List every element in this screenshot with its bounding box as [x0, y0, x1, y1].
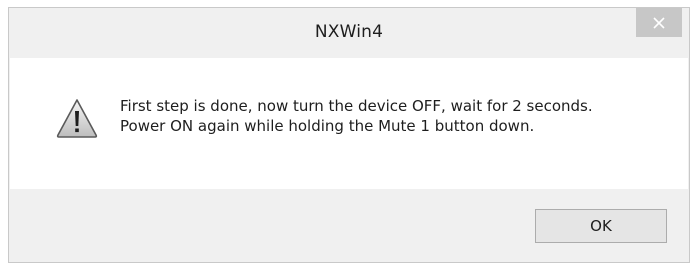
- warning-icon: [56, 99, 98, 138]
- button-bar: OK: [9, 189, 689, 262]
- message-dialog: NXWin4 First step is done, now turn the …: [8, 7, 690, 263]
- message-line-2: Power ON again while holding the Mute 1 …: [120, 117, 535, 135]
- close-icon: [653, 16, 665, 29]
- message-line-1: First step is done, now turn the device …: [120, 97, 593, 115]
- message-text: First step is done, now turn the device …: [120, 96, 680, 136]
- title-bar[interactable]: NXWin4: [9, 8, 689, 58]
- window-title: NXWin4: [314, 22, 384, 42]
- ok-button[interactable]: OK: [535, 209, 667, 243]
- message-area: First step is done, now turn the device …: [10, 58, 688, 189]
- close-button[interactable]: [636, 8, 682, 37]
